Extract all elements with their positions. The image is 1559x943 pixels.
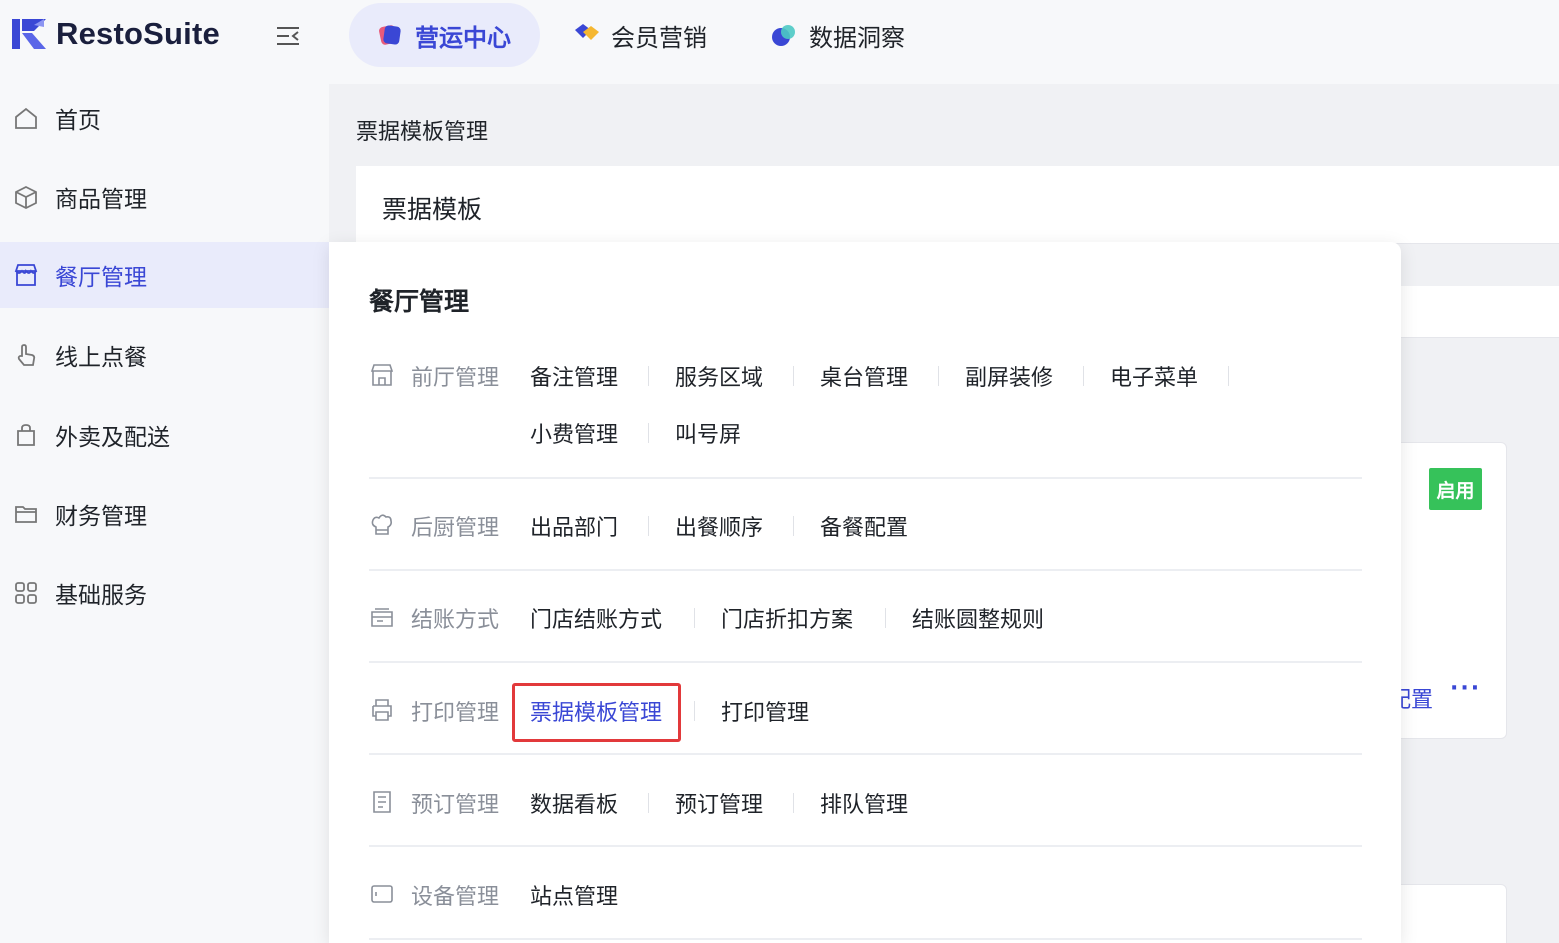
tab-data-insight[interactable]: 数据洞察	[771, 3, 905, 67]
device-icon	[371, 885, 393, 903]
menu-separator	[694, 608, 695, 628]
sidebar-item-products[interactable]: 商品管理	[0, 164, 329, 230]
menu-link[interactable]: 预订管理	[675, 787, 763, 819]
menu-group-device: 设备管理	[369, 881, 1362, 911]
menu-link[interactable]: 叫号屏	[675, 417, 741, 449]
menu-link[interactable]: 备餐配置	[820, 510, 908, 542]
status-badge: 启用	[1429, 468, 1482, 510]
card-title: 票据模板	[382, 195, 483, 224]
tab-ops-center[interactable]: 营运中心	[349, 3, 540, 67]
menu-link[interactable]: 副屏装修	[965, 360, 1053, 392]
grid-icon	[15, 582, 37, 604]
menu-divider	[369, 661, 1362, 663]
menu-link[interactable]: 站点管理	[530, 879, 618, 911]
menu-link[interactable]: 桌台管理	[820, 360, 908, 392]
menu-divider	[369, 938, 1362, 940]
member-marketing-icon	[573, 22, 599, 48]
menu-link[interactable]: 排队管理	[820, 787, 908, 819]
menu-separator	[1083, 366, 1084, 386]
top-bar: RestoSuite 营运中心 会员营销 数据洞察	[0, 0, 1559, 84]
chef-hat-icon	[371, 514, 392, 535]
menu-group-label: 打印管理	[411, 701, 500, 726]
menu-link[interactable]: 电子菜单	[1110, 360, 1198, 392]
sidebar-item-basic-services[interactable]: 基础服务	[0, 560, 329, 626]
store-icon	[14, 264, 38, 286]
sidebar-item-delivery[interactable]: 外卖及配送	[0, 402, 329, 468]
menu-separator	[648, 793, 649, 813]
menu-separator	[938, 366, 939, 386]
menu-link-ticket-template[interactable]: 票据模板管理	[530, 695, 662, 727]
sidebar-item-label: 线上点餐	[55, 345, 147, 371]
menu-separator	[1228, 366, 1229, 386]
mega-menu-title: 餐厅管理	[369, 287, 470, 316]
sidebar-item-online-order[interactable]: 线上点餐	[0, 322, 329, 388]
sidebar: 首页 商品管理 餐厅管理 线上点餐 外卖及配送 财务管理 基础服务	[0, 84, 329, 943]
menu-group-checkout: 结账方式	[369, 604, 1362, 634]
menu-group-label: 前厅管理	[411, 366, 500, 391]
storefront-icon	[370, 364, 394, 386]
menu-link[interactable]: 门店结账方式	[530, 602, 662, 634]
menu-separator	[793, 366, 794, 386]
sidebar-item-label: 外卖及配送	[55, 425, 170, 451]
menu-group-label: 设备管理	[411, 885, 500, 910]
menu-link[interactable]: 备注管理	[530, 360, 618, 392]
sidebar-item-home[interactable]: 首页	[0, 85, 329, 151]
menu-separator	[648, 516, 649, 536]
menu-divider	[369, 753, 1362, 755]
background-panel	[1399, 286, 1559, 338]
card-header: 票据模板	[356, 166, 1559, 244]
menu-link[interactable]: 小费管理	[530, 417, 618, 449]
data-insight-icon	[771, 22, 797, 48]
checkout-icon	[371, 608, 393, 627]
home-icon	[15, 107, 37, 129]
menu-separator	[694, 701, 695, 721]
menu-separator	[648, 423, 649, 443]
menu-separator	[793, 516, 794, 536]
menu-link[interactable]: 结账圆整规则	[912, 602, 1044, 634]
sidebar-item-label: 财务管理	[55, 504, 147, 530]
sidebar-item-label: 商品管理	[55, 187, 147, 213]
menu-separator	[793, 793, 794, 813]
menu-group-label: 后厨管理	[411, 516, 500, 541]
shopping-bag-icon	[17, 424, 35, 446]
menu-divider	[369, 845, 1362, 847]
ops-center-icon	[377, 22, 403, 48]
printer-icon	[372, 699, 392, 721]
more-options-button[interactable]: ···	[1450, 676, 1481, 701]
menu-divider	[369, 477, 1362, 479]
background-strip	[1399, 266, 1559, 286]
folder-icon	[15, 506, 37, 523]
sidebar-item-label: 首页	[55, 108, 101, 134]
tab-member-marketing[interactable]: 会员营销	[573, 3, 707, 67]
sidebar-item-label: 基础服务	[55, 583, 147, 609]
menu-separator	[648, 366, 649, 386]
menu-link[interactable]: 出餐顺序	[675, 510, 763, 542]
tab-member-marketing-label: 会员营销	[611, 23, 707, 52]
sidebar-item-label: 餐厅管理	[55, 265, 147, 291]
tab-data-insight-label: 数据洞察	[809, 23, 905, 52]
sidebar-item-finance[interactable]: 财务管理	[0, 481, 329, 547]
app-name: RestoSuite	[56, 16, 220, 51]
restosuite-logo-icon	[12, 19, 46, 49]
menu-link[interactable]: 数据看板	[530, 787, 618, 819]
page-title: 票据模板管理	[356, 120, 489, 145]
collapse-sidebar-button[interactable]	[274, 24, 302, 48]
menu-link[interactable]: 打印管理	[721, 695, 809, 727]
sidebar-item-restaurant[interactable]: 餐厅管理	[0, 242, 329, 308]
menu-divider	[369, 569, 1362, 571]
menu-link[interactable]: 门店折扣方案	[721, 602, 853, 634]
menu-collapse-icon	[277, 27, 299, 45]
menu-link[interactable]: 服务区域	[675, 360, 763, 392]
restaurant-mega-menu: 餐厅管理 前厅管理 备注管理 服务区域 桌台管理 副屏装修 电子菜单 小费管理 …	[329, 242, 1401, 943]
tab-ops-center-label: 营运中心	[415, 23, 511, 52]
menu-link[interactable]: 出品部门	[530, 510, 618, 542]
menu-group-label: 预订管理	[411, 793, 500, 818]
clipboard-icon	[373, 791, 391, 813]
menu-group-label: 结账方式	[411, 608, 500, 633]
box-icon	[15, 185, 37, 210]
app-logo[interactable]: RestoSuite	[10, 14, 220, 54]
menu-separator	[885, 608, 886, 628]
tap-hand-icon	[17, 344, 36, 366]
